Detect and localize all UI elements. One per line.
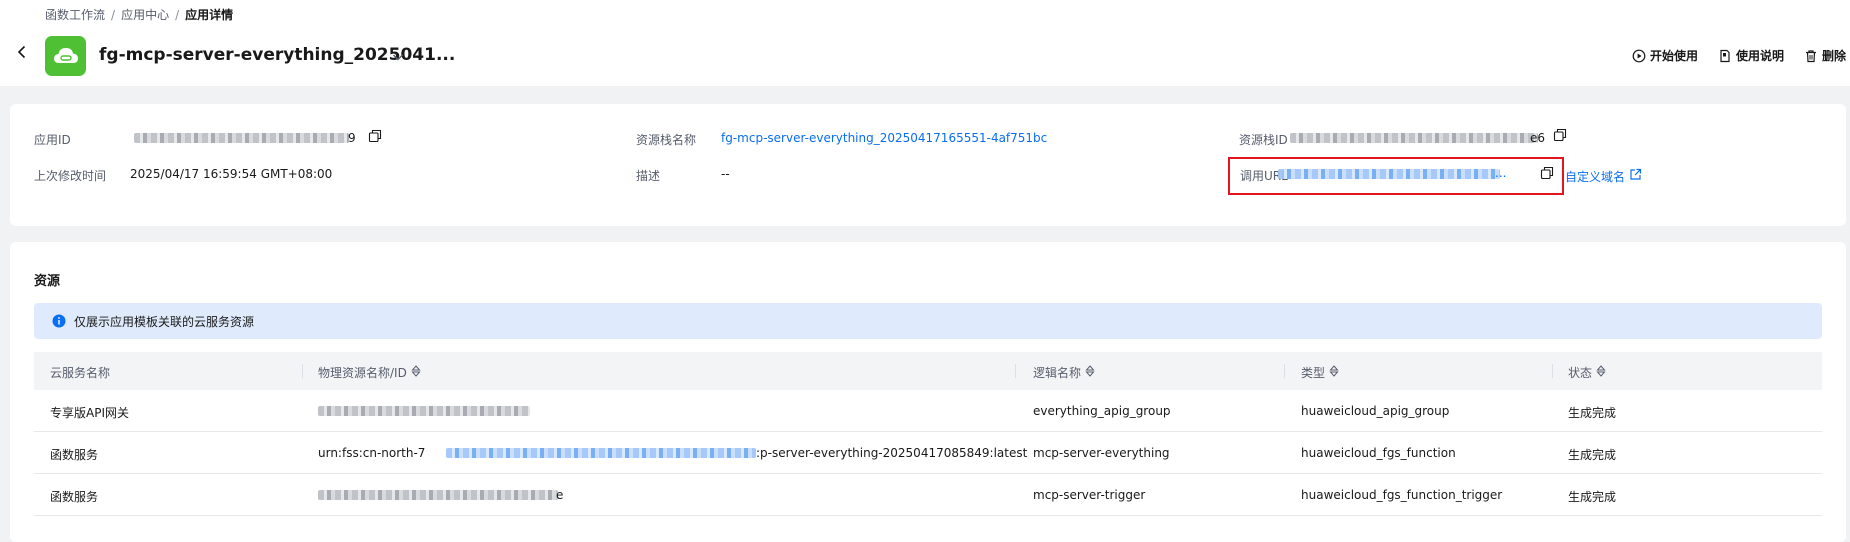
external-link-icon[interactable]	[1629, 168, 1642, 181]
app-id-value: 9	[348, 131, 356, 145]
breadcrumb-link-app-center[interactable]: 应用中心	[121, 6, 169, 23]
column-divider	[1284, 364, 1285, 378]
description-label: 描述	[636, 169, 661, 183]
trash-icon	[1805, 49, 1816, 62]
column-header-type[interactable]: 类型	[1301, 364, 1339, 381]
delete-label: 删除	[1821, 49, 1846, 63]
app-logo	[45, 36, 86, 76]
stack-name-link[interactable]: fg-mcp-server-everything_20250417165551-…	[721, 131, 1047, 145]
sort-icon[interactable]	[1085, 365, 1095, 380]
cell-physical-suffix: e	[556, 488, 564, 502]
description-value: --	[721, 167, 730, 181]
cell-physical-suffix[interactable]: :p-server-everything-20250417085849:late…	[756, 446, 1027, 460]
breadcrumb: 函数工作流 / 应用中心 / 应用详情	[45, 6, 233, 23]
start-using-label: 开始使用	[1649, 49, 1698, 63]
column-header-status[interactable]: 状态	[1568, 364, 1606, 381]
column-header-physical[interactable]: 物理资源名称/ID	[318, 364, 421, 381]
column-header-logical[interactable]: 逻辑名称	[1033, 364, 1095, 381]
delete-button[interactable]: 删除	[1804, 47, 1846, 64]
app-id-redacted	[134, 133, 349, 143]
column-divider	[1552, 364, 1553, 378]
breadcrumb-separator: /	[175, 7, 180, 22]
info-icon	[52, 314, 66, 328]
cell-logical: everything_apig_group	[1033, 404, 1171, 418]
play-circle-icon	[1632, 49, 1646, 62]
instructions-button[interactable]: 使用说明	[1718, 47, 1784, 64]
stack-name-label: 资源栈名称	[636, 133, 697, 147]
document-icon	[1720, 49, 1730, 62]
modified-time-label: 上次修改时间	[34, 169, 107, 183]
column-divider	[302, 364, 303, 378]
info-notice-text: 仅展示应用模板关联的云服务资源	[74, 314, 255, 329]
info-notice: 仅展示应用模板关联的云服务资源	[34, 303, 1822, 339]
cell-status: 生成完成	[1568, 490, 1617, 504]
chevron-down-icon[interactable]	[391, 50, 405, 64]
top-bar	[0, 0, 1850, 86]
cell-type: huaweicloud_apig_group	[1301, 404, 1450, 418]
cell-service: 函数服务	[50, 448, 99, 462]
column-divider	[1015, 364, 1016, 378]
cell-status: 生成完成	[1568, 406, 1617, 420]
table-header: 云服务名称 物理资源名称/ID 逻辑名称 类型 状态	[34, 352, 1822, 390]
cell-physical-redacted[interactable]	[446, 448, 756, 458]
breadcrumb-current: 应用详情	[185, 8, 234, 22]
cell-status: 生成完成	[1568, 448, 1617, 462]
instructions-label: 使用说明	[1735, 49, 1784, 63]
sort-icon[interactable]	[1596, 365, 1606, 380]
cell-logical: mcp-server-everything	[1033, 446, 1170, 460]
table-row: 专享版API网关 everything_apig_group huaweiclo…	[34, 390, 1822, 432]
invoke-url-value[interactable]: ...	[1495, 166, 1506, 180]
cell-physical-redacted	[318, 406, 530, 416]
app-id-label: 应用ID	[34, 133, 71, 147]
breadcrumb-link-functiongraph[interactable]: 函数工作流	[45, 6, 105, 23]
header-actions: 开始使用 使用说明 删除	[1632, 47, 1846, 64]
cell-logical: mcp-server-trigger	[1033, 488, 1146, 502]
copy-icon[interactable]	[1540, 166, 1554, 180]
resources-title: 资源	[34, 274, 61, 289]
back-arrow-icon[interactable]	[14, 44, 30, 60]
sort-icon[interactable]	[411, 365, 421, 380]
details-card	[10, 104, 1846, 226]
cell-physical-redacted	[318, 490, 558, 500]
start-using-button[interactable]: 开始使用	[1632, 47, 1698, 64]
table-row: 函数服务 urn:fss:cn-north-7 :p-server-everyt…	[34, 432, 1822, 474]
cell-service: 专享版API网关	[50, 406, 129, 420]
cell-type: huaweicloud_fgs_function	[1301, 446, 1456, 460]
cell-type: huaweicloud_fgs_function_trigger	[1301, 488, 1503, 502]
breadcrumb-separator: /	[111, 7, 116, 22]
stack-id-label: 资源栈ID	[1239, 133, 1288, 147]
copy-icon[interactable]	[1553, 128, 1567, 142]
modified-time-value: 2025/04/17 16:59:54 GMT+08:00	[130, 167, 333, 181]
stack-id-value: e6	[1530, 131, 1546, 145]
column-header-service: 云服务名称	[50, 366, 111, 380]
copy-icon[interactable]	[368, 129, 382, 143]
cloud-link-icon	[53, 48, 78, 63]
sort-icon[interactable]	[1329, 365, 1339, 380]
stack-id-redacted	[1290, 133, 1538, 143]
cell-service: 函数服务	[50, 490, 99, 504]
cell-physical-prefix[interactable]: urn:fss:cn-north-7	[318, 446, 425, 460]
table-row: 函数服务 e mcp-server-trigger huaweicloud_fg…	[34, 474, 1822, 516]
invoke-url-redacted[interactable]	[1278, 169, 1500, 179]
custom-domain-link[interactable]: 自定义域名	[1565, 168, 1625, 185]
